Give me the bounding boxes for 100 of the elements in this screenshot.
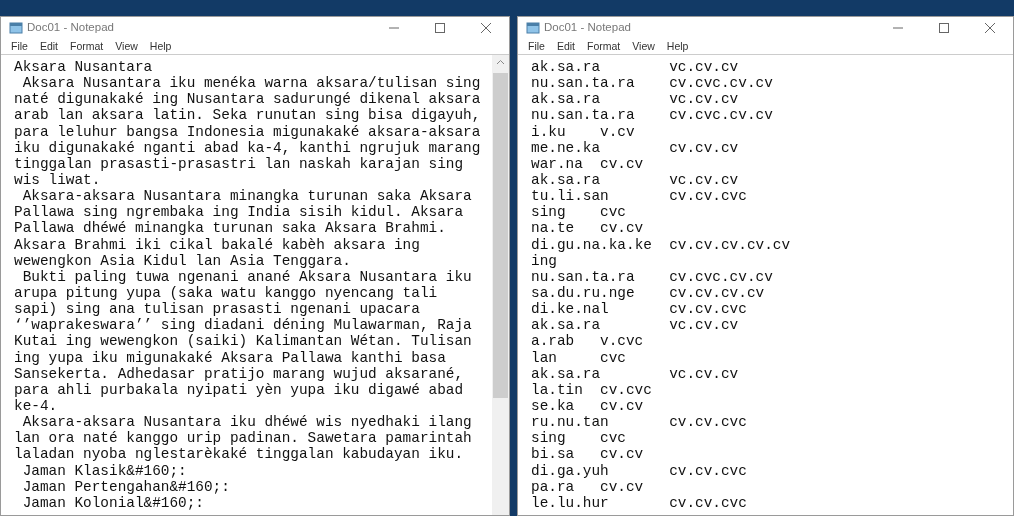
maximize-icon (939, 23, 949, 33)
pattern-text: cv.cv.cv.cv (669, 284, 765, 301)
syllable-text: nu.san.ta.ra (531, 107, 636, 124)
syllable-text: bi.sa (531, 446, 576, 463)
syllable-text: di.ga.yuh (531, 462, 610, 479)
text-line: Aksara Nusantara (14, 59, 154, 76)
text-line: Aksara-aksara Nusantara minangka turunan saka Aksara (21, 188, 473, 205)
text-line: wewengkon Asia Kidul lan Asia Tenggara. (14, 252, 352, 269)
menu-item[interactable]: File (5, 38, 34, 55)
syllable-text: ak.sa.ra (531, 172, 602, 189)
syllable-text: nu.san.ta.ra (531, 75, 636, 92)
pattern-text: cv.cv (600, 397, 644, 414)
text-line: laladan nyoba nglestarèkaké tinggalan kabudayan iku. (14, 446, 465, 463)
syllable-text: ak.sa.ra (531, 317, 602, 334)
text-line: ‘’waprakeswara’’ sing diadani déning Mulawarman, Raja (14, 317, 473, 334)
pattern-text: v.cv (600, 123, 635, 140)
text-line: ke-4. (14, 397, 59, 415)
menu-item[interactable]: Format (64, 38, 110, 55)
menu-item[interactable]: Help (143, 38, 178, 55)
menu-item[interactable]: View (626, 38, 661, 55)
window-title: Doc01 - Notepad (27, 20, 114, 36)
syllable-text: di.ke.nal (531, 301, 610, 318)
menu-item[interactable]: Format (581, 38, 627, 55)
text-line: Jaman Klasik&#160;: (21, 462, 188, 479)
text-line: wis liwat. (14, 172, 102, 189)
text-line: Aksara Brahmi iki cikal bakalé kabèh aksara ing (14, 236, 421, 253)
pattern-text: cv.cv.cv.cv.cv (669, 236, 791, 253)
text-line: Pallawa sing ngrembaka ing India sisih kidul. Aksara (14, 204, 465, 221)
pattern-text: vc.cv.cv (669, 317, 739, 334)
text-line: naté digunakaké ing Nusantara sadurungé dikenal aksara (14, 91, 482, 108)
menu-item[interactable]: Edit (33, 38, 64, 55)
syllable-text: i.ku (531, 123, 567, 140)
syllable-text: na.te (531, 220, 576, 237)
syllable-text: ak.sa.ra (531, 59, 602, 76)
menu-item[interactable]: File (522, 38, 551, 55)
scrollbar[interactable] (492, 55, 509, 515)
text-line: arupa pitung yupa (saka watu kanggo nyencang tali (14, 284, 439, 302)
notepad-icon (9, 22, 23, 34)
syllable-text: sa.du.ru.nge (531, 284, 636, 302)
syllable-text: di.gu.na.ka.ke (531, 236, 653, 253)
syllable-text: war.na (531, 155, 584, 172)
text-line: sapi) sing ana tulisan prasasti ngenani upacara (14, 301, 421, 318)
syllable-text: ing (531, 252, 558, 269)
scrollbar-thumb[interactable] (493, 73, 508, 398)
text-line: ing yupa iku migunakaké Aksara Pallawa kanthi basa (14, 349, 447, 366)
syllable-text: le.lu.hur (531, 494, 610, 511)
maximize-icon (435, 23, 445, 33)
pattern-text: cv.cvc.cv.cv (669, 107, 773, 124)
syllable-text: pa.ra (531, 478, 576, 495)
pattern-text: cv.cv (600, 155, 644, 172)
syllable-text: a.rab (531, 333, 576, 350)
pattern-text: cv.cv.cvc (669, 414, 747, 431)
pattern-text: v.cvc (600, 333, 644, 350)
syllable-text: lan (531, 349, 558, 366)
pattern-text: cv.cv.cvc (669, 301, 747, 318)
text-line: para leluhur bangsa Indonesia migunakaké aksara-aksara (14, 123, 482, 140)
text-line: tinggalan prasasti-prasastri lan naskah karajan sing (14, 155, 465, 172)
syllable-text: se.ka (531, 397, 576, 415)
text-line: Jaman Pertengahan&#160;: (21, 478, 231, 495)
pattern-text: cv.cv.cvc (669, 462, 747, 479)
pattern-text: cv.cvc.cv.cv (669, 75, 773, 92)
pattern-text: cvc (600, 204, 626, 221)
syllable-text: la.tin (531, 381, 584, 398)
text-line: Aksara Nusantara iku menéka warna aksara/tulisan sing (21, 75, 482, 92)
menu-item[interactable]: View (109, 38, 144, 55)
pattern-text: cvc (600, 349, 626, 366)
syllable-text: sing (531, 204, 567, 221)
pattern-text: vc.cv.cv (669, 91, 739, 108)
pattern-text: cv.cv.cvc (669, 494, 747, 511)
text-line: Pallawa dhéwé minangka turunan saka Aksara Brahmi. (14, 220, 447, 237)
menu-item[interactable]: Help (660, 38, 695, 55)
text-line: arab lan aksara latin. Seka runutan sing bisa digayuh, (14, 107, 482, 124)
pattern-text: cv.cvc (600, 381, 652, 398)
pattern-text: cv.cv (600, 220, 644, 237)
syllable-text: tu.li.san (531, 188, 610, 205)
syllable-text: ak.sa.ra (531, 365, 602, 382)
syllable-text: me.ne.ka (531, 139, 602, 156)
pattern-text: cvc (600, 430, 626, 447)
menu-item[interactable]: Edit (550, 38, 581, 55)
text-line: para ahli purbakala nyipati yèn yupa iku digawé abad (14, 381, 465, 398)
window-title: Doc01 - Notepad (544, 20, 631, 36)
text-line: Kutai ing wewengkon (saiki) Kalimantan Wétan. Tulisan (14, 333, 473, 350)
pattern-text: cv.cv (600, 446, 644, 463)
pattern-text: vc.cv.cv (669, 365, 739, 382)
pattern-text: vc.cv.cv (669, 172, 739, 188)
close-icon (985, 23, 995, 33)
pattern-text: cv.cv.cv (669, 139, 739, 156)
text-line: Bukti paling tuwa ngenani anané Aksara Nusantara iku (21, 268, 473, 285)
syllable-text: ru.nu.tan (531, 414, 610, 431)
pattern-text: cv.cvc.cv.cv (669, 268, 773, 285)
pattern-text: vc.cv.cv (669, 59, 739, 75)
syllable-text: sing (531, 430, 567, 447)
syllable-text: nu.san.ta.ra (531, 268, 636, 285)
syllable-text: ak.sa.ra (531, 91, 602, 108)
close-icon (481, 23, 491, 33)
text-line: Sansekerta. Adhedasar pratijo marang wujud aksarané, (14, 365, 465, 382)
notepad-icon (526, 22, 540, 34)
text-line: Jaman Kolonial&#160;: (21, 494, 205, 511)
text-line: Aksara-aksara Nusantara iku dhéwé wis nyedhaki ilang (21, 414, 473, 431)
pattern-text: cv.cv (600, 478, 644, 495)
